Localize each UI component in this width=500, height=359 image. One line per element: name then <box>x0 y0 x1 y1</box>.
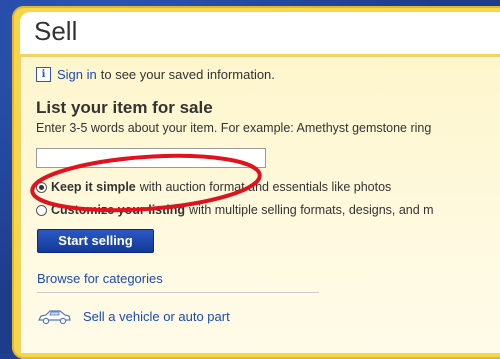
option-customize-listing[interactable]: Customize your listing with multiple sel… <box>36 203 434 217</box>
keep-it-simple-radio[interactable] <box>36 181 47 193</box>
start-selling-button[interactable]: Start selling <box>37 229 154 253</box>
signin-link[interactable]: Sign in <box>57 67 97 82</box>
customize-listing-radio[interactable] <box>36 204 47 216</box>
option-label-rest: with auction format and essentials like … <box>139 180 392 194</box>
option-label-rest: with multiple selling formats, designs, … <box>189 203 434 217</box>
browse-categories-link[interactable]: Browse for categories <box>37 271 163 286</box>
option-label-bold: Keep it simple <box>51 180 136 194</box>
sell-vehicle-link[interactable]: Sell a vehicle or auto part <box>83 309 230 324</box>
page-title: Sell <box>34 16 78 46</box>
option-keep-it-simple[interactable]: Keep it simple with auction format and e… <box>36 180 391 194</box>
form-heading: List your item for sale <box>36 98 213 117</box>
info-icon: i <box>36 67 51 82</box>
option-label-bold: Customize your listing <box>51 203 186 217</box>
sell-vehicle-row[interactable]: Sell a vehicle or auto part <box>37 309 230 324</box>
signin-info-text: to see your saved information. <box>100 67 275 82</box>
panel-header <box>20 12 500 54</box>
item-keywords-input[interactable] <box>36 148 266 168</box>
signin-info: i Sign in to see your saved information. <box>36 67 275 82</box>
divider <box>37 292 319 293</box>
form-hint: Enter 3-5 words about your item. For exa… <box>36 121 432 135</box>
car-icon <box>38 309 71 324</box>
